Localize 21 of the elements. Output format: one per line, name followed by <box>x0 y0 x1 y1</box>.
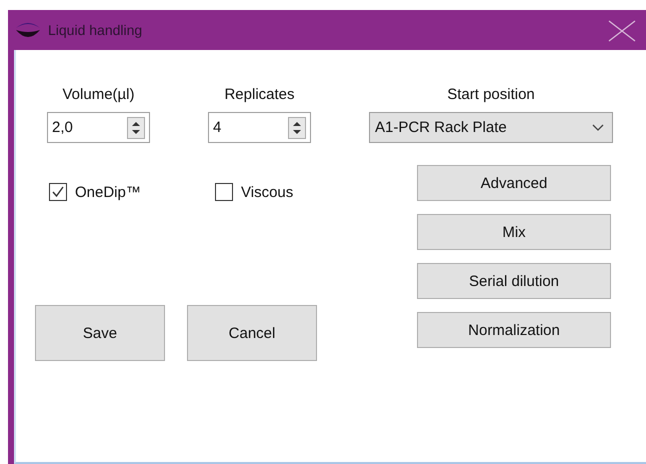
checkbox[interactable] <box>49 183 67 201</box>
spin-arrows-icon[interactable] <box>288 116 306 138</box>
checkbox-label: Viscous <box>241 184 294 200</box>
window-title: Liquid handling <box>48 22 142 38</box>
spin-field[interactable]: 4 <box>208 112 311 143</box>
field-label: Volume(µl) <box>62 86 134 103</box>
field-label: Replicates <box>224 86 295 103</box>
cancel-button[interactable]: Cancel <box>187 305 317 361</box>
option-button[interactable]: Mix <box>417 214 611 250</box>
option-button[interactable]: Normalization <box>417 312 611 348</box>
spin-field[interactable]: 2,0 <box>47 112 150 143</box>
save-button[interactable]: Save <box>35 305 165 361</box>
field-label: Start position <box>447 86 535 103</box>
start-position-dropdown[interactable]: A1-PCR Rack Plate <box>369 112 613 143</box>
close-icon[interactable] <box>608 20 636 42</box>
option-button[interactable]: Serial dilution <box>417 263 611 299</box>
checkbox[interactable] <box>215 183 233 201</box>
spin-arrows-icon[interactable] <box>127 116 145 138</box>
checkbox-label: OneDip™ <box>75 184 141 200</box>
option-button[interactable]: Advanced <box>417 165 611 201</box>
chevron-down-icon <box>592 124 604 132</box>
